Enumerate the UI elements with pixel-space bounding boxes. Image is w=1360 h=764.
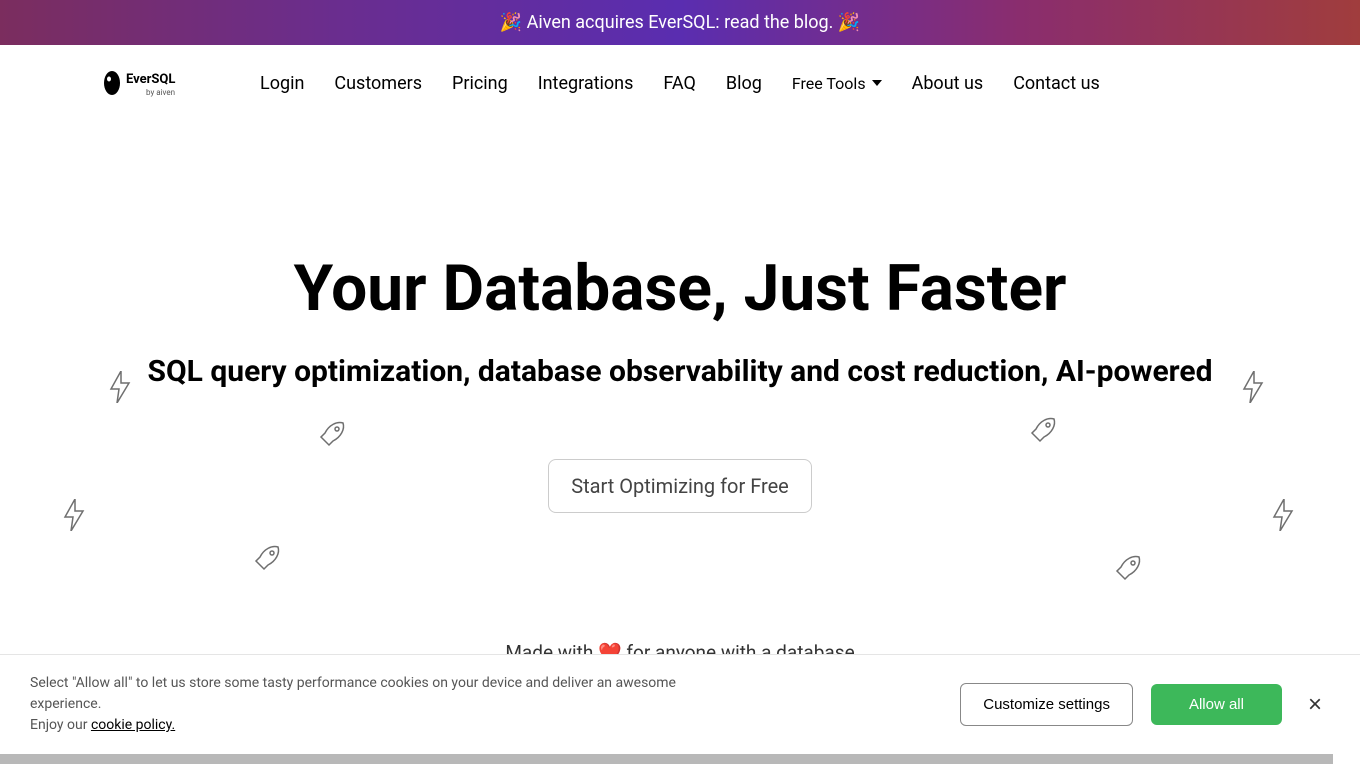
horizontal-scrollbar[interactable] — [0, 754, 1333, 764]
cookie-actions: Customize settings Allow all × — [960, 683, 1330, 726]
rocket-icon — [1026, 413, 1060, 447]
nav-pricing[interactable]: Pricing — [452, 73, 508, 94]
rocket-icon — [250, 541, 284, 575]
nav-faq[interactable]: FAQ — [663, 73, 695, 94]
top-nav: EverSQL by aiven Login Customers Pricing… — [0, 45, 1360, 121]
lightning-icon — [1241, 371, 1265, 403]
nav-free-tools-label: Free Tools — [792, 74, 866, 93]
caret-down-icon — [872, 80, 882, 86]
nav-links: Login Customers Pricing Integrations FAQ… — [260, 73, 1100, 94]
cookie-consent-bar: Select "Allow all" to let us store some … — [0, 654, 1360, 754]
close-icon[interactable]: × — [1300, 687, 1330, 723]
allow-all-button[interactable]: Allow all — [1151, 684, 1282, 725]
cookie-text: Select "Allow all" to let us store some … — [30, 673, 730, 736]
nav-login[interactable]: Login — [260, 73, 304, 94]
svg-text:EverSQL: EverSQL — [126, 72, 175, 87]
customize-settings-button[interactable]: Customize settings — [960, 683, 1133, 726]
nav-blog[interactable]: Blog — [726, 73, 762, 94]
cookie-line1: Select "Allow all" to let us store some … — [30, 675, 676, 712]
nav-customers[interactable]: Customers — [334, 73, 422, 94]
cookie-policy-link[interactable]: cookie policy. — [91, 717, 175, 733]
cookie-line2-prefix: Enjoy our — [30, 717, 91, 733]
announcement-banner[interactable]: 🎉 Aiven acquires EverSQL: read the blog.… — [0, 0, 1360, 45]
nav-integrations[interactable]: Integrations — [538, 73, 634, 94]
hero-title: Your Database, Just Faster — [40, 251, 1320, 326]
announcement-link[interactable]: 🎉 Aiven acquires EverSQL: read the blog.… — [500, 12, 861, 33]
nav-about[interactable]: About us — [912, 73, 984, 94]
svg-text:by aiven: by aiven — [146, 88, 175, 97]
start-optimizing-button[interactable]: Start Optimizing for Free — [548, 459, 812, 513]
hero-section: Your Database, Just Faster SQL query opt… — [0, 121, 1360, 681]
hero-subtitle: SQL query optimization, database observa… — [40, 354, 1320, 389]
nav-free-tools[interactable]: Free Tools — [792, 74, 882, 93]
logo[interactable]: EverSQL by aiven — [100, 67, 200, 99]
lightning-icon — [62, 499, 86, 531]
nav-contact[interactable]: Contact us — [1013, 73, 1100, 94]
lightning-icon — [108, 371, 132, 403]
rocket-icon — [1111, 551, 1145, 585]
rocket-icon — [315, 417, 349, 451]
eversql-logo-icon: EverSQL by aiven — [100, 67, 200, 99]
lightning-icon — [1271, 499, 1295, 531]
